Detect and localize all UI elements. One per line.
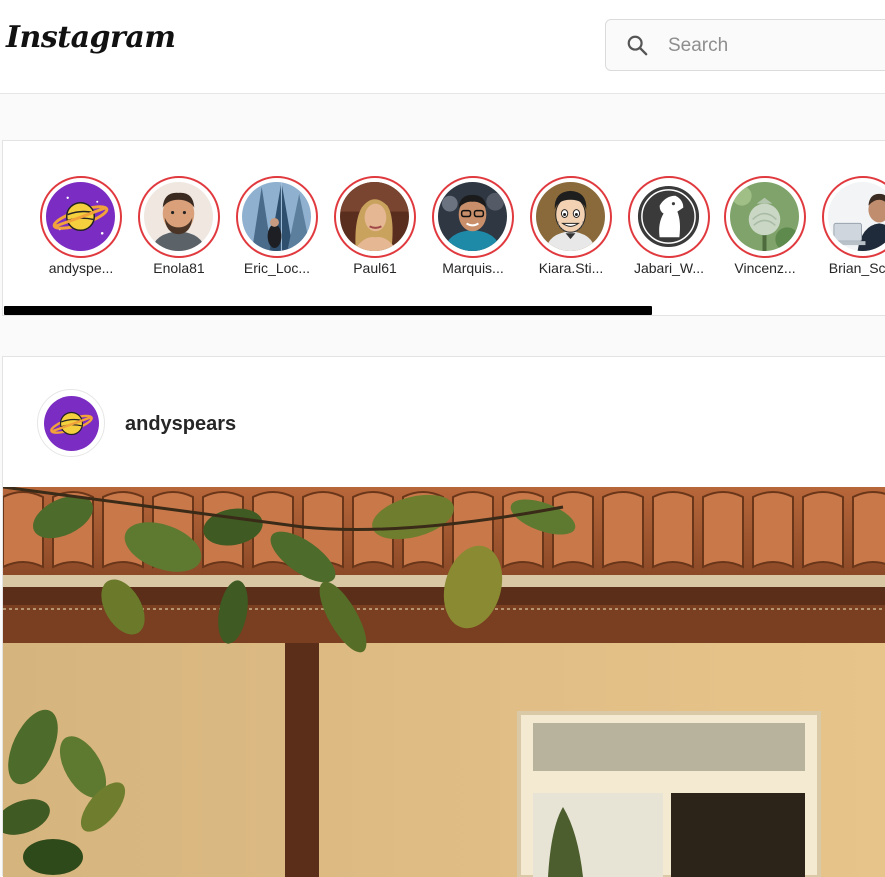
story-ring [822, 176, 885, 258]
story-item[interactable]: Marquis... [429, 176, 517, 276]
story-item[interactable]: andyspe... [37, 176, 125, 276]
story-username: Kiara.Sti... [538, 260, 604, 276]
search-box[interactable] [605, 19, 885, 71]
woman-blonde-avatar [340, 182, 409, 251]
story-item[interactable]: Paul61 [331, 176, 419, 276]
story-item[interactable]: Kiara.Sti... [527, 176, 615, 276]
planet-avatar [46, 182, 115, 251]
story-item[interactable]: Brian_Sc... [819, 176, 885, 276]
man-laptop-avatar [828, 182, 885, 251]
post-username[interactable]: andyspears [125, 413, 236, 436]
story-ring [138, 176, 220, 258]
search-icon [627, 35, 648, 56]
house-roof-leaves-photo[interactable] [3, 487, 885, 877]
horse-logo-avatar [634, 182, 703, 251]
story-username: Paul61 [353, 260, 397, 276]
story-ring [40, 176, 122, 258]
stories-tray: andyspe... Enola81 Eric_Loc... Paul61 Ma… [2, 140, 885, 316]
search-input[interactable] [668, 33, 885, 59]
story-ring [724, 176, 806, 258]
story-item[interactable]: Eric_Loc... [233, 176, 321, 276]
story-ring [432, 176, 514, 258]
post-card: andyspears [2, 356, 885, 877]
man-glasses-avatar [438, 182, 507, 251]
city-avatar [242, 182, 311, 251]
top-bar: Instagram [0, 0, 885, 94]
instagram-logo[interactable]: Instagram [6, 20, 176, 55]
story-username: Vincenz... [734, 260, 796, 276]
post-avatar[interactable] [37, 389, 105, 457]
story-username: Brian_Sc... [828, 260, 885, 276]
story-username: andyspe... [48, 260, 114, 276]
poppy-pod-avatar [730, 182, 799, 251]
story-ring [530, 176, 612, 258]
cartoon-man-avatar [536, 182, 605, 251]
stories-scrollbar[interactable] [4, 306, 652, 315]
story-ring [334, 176, 416, 258]
story-username: Marquis... [442, 260, 504, 276]
man-beard-avatar [144, 182, 213, 251]
story-username: Jabari_W... [633, 260, 705, 276]
story-username: Eric_Loc... [243, 260, 311, 276]
story-ring [236, 176, 318, 258]
story-item[interactable]: Vincenz... [721, 176, 809, 276]
story-username: Enola81 [153, 260, 205, 276]
story-item[interactable]: Jabari_W... [625, 176, 713, 276]
story-ring [628, 176, 710, 258]
story-item[interactable]: Enola81 [135, 176, 223, 276]
